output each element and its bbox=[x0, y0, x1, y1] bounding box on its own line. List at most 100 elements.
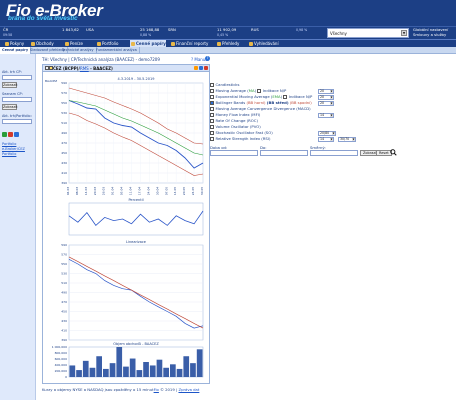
main-xtick-label: 14.03 bbox=[84, 187, 88, 196]
sub-nav: Cenné papíry Sledované přehledy Technick… bbox=[0, 47, 456, 54]
sidebar-link-portfolio[interactable]: Portfolio bbox=[2, 142, 16, 146]
global-links: Globální nastavení Smlouvy a služby bbox=[413, 27, 448, 38]
ticker-usa[interactable]: USA bbox=[86, 27, 94, 33]
bollinger-label: Bollinger Bands bbox=[215, 100, 246, 105]
macd-checkbox[interactable] bbox=[210, 107, 214, 111]
market-show-button[interactable]: Zobrazit bbox=[2, 82, 18, 88]
account-select-value: Všechny bbox=[330, 31, 347, 36]
sidebar-link-portfolio-2[interactable]: Portfolio bbox=[2, 152, 16, 156]
main-xtick-label: 04.03 bbox=[66, 187, 70, 196]
info-icon[interactable] bbox=[14, 132, 19, 137]
volume-chart-frame bbox=[68, 346, 204, 378]
main-ytick-label: 390 bbox=[61, 181, 67, 185]
volume-bar bbox=[123, 366, 129, 377]
fio-logo[interactable]: Fio e-Broker brána do světa investic bbox=[6, 1, 126, 25]
ema-label-green: EMA bbox=[272, 94, 281, 99]
ema-indikace-checkbox[interactable] bbox=[283, 95, 287, 99]
ticker-rus-change: 0,98 % bbox=[296, 28, 308, 32]
contracts-link[interactable]: Smlouvy a služby bbox=[413, 32, 448, 38]
reports-icon bbox=[171, 42, 175, 46]
list-input[interactable] bbox=[2, 97, 32, 102]
chevron-down-icon[interactable]: ▼ bbox=[401, 30, 407, 36]
ma-checkbox[interactable] bbox=[210, 89, 214, 93]
rsi-checkbox[interactable] bbox=[210, 137, 214, 141]
remove-icon[interactable] bbox=[8, 132, 13, 137]
volume-bar bbox=[89, 367, 96, 377]
main-xtick-label: 20.03 bbox=[93, 187, 97, 196]
rsi-label: Relative Strength Index (RSI) bbox=[215, 136, 271, 141]
date-to-input[interactable] bbox=[260, 150, 308, 156]
volume-bar bbox=[96, 356, 102, 377]
ticker-cr[interactable]: ČR 09:58 bbox=[3, 27, 12, 37]
rsi-period-select[interactable]: 14 ▼ bbox=[318, 137, 334, 142]
zoom-icon[interactable] bbox=[390, 149, 397, 156]
roc-checkbox[interactable] bbox=[210, 119, 214, 123]
linear-ytick-label: 590 bbox=[61, 243, 67, 247]
opt-rsi[interactable]: Relative Strength Index (RSI) bbox=[210, 136, 270, 142]
subtab-technicke-analyzy[interactable]: Technické analýzy bbox=[60, 47, 97, 54]
left-sidebar: Akt. trh CP: Zobrazit Seznam CP: Zobrazi… bbox=[0, 54, 36, 400]
main-xtick-label: 07.05 bbox=[164, 187, 168, 196]
linear-ytick-label: 550 bbox=[61, 262, 67, 266]
ticker-usa-values: 25 168,88 0,88 % bbox=[140, 27, 159, 37]
mfi-checkbox[interactable] bbox=[210, 113, 214, 117]
account-select[interactable]: Všechny ▼ bbox=[327, 28, 409, 38]
main-ytick-label: 530 bbox=[61, 111, 67, 115]
market-input[interactable] bbox=[2, 75, 32, 80]
main-xtick-label: 20.05 bbox=[182, 187, 186, 196]
main-xtick-label: 01.04 bbox=[111, 187, 115, 196]
sidebar-link-ebroker[interactable]: e-Broker/ČEZ bbox=[2, 147, 25, 151]
bollinger-period-select[interactable]: 20 ▼ bbox=[318, 101, 334, 106]
rsi-range-value: 30/70 bbox=[340, 137, 350, 141]
date-from-input[interactable] bbox=[210, 150, 258, 156]
main-ytick-label: 450 bbox=[61, 151, 67, 155]
main-xtick-label: 14.05 bbox=[173, 187, 177, 196]
indicator-options: Candlesticks Moving Average (MA) Indikac… bbox=[210, 82, 450, 202]
candlesticks-checkbox[interactable] bbox=[210, 83, 214, 87]
ma-indikace-label: Indikace N/P bbox=[262, 88, 287, 93]
subtab-fundamentalni-analyza[interactable]: Fundamentální analýza bbox=[94, 47, 140, 54]
footer-note: Kurzy a objemy NYSE a NASDAQ jsou zpoždě… bbox=[42, 387, 210, 392]
subtab-cenne-papiry[interactable]: Cenné papíry bbox=[0, 47, 32, 54]
main-ytick-label: 470 bbox=[61, 141, 67, 145]
main-ytick-label: 510 bbox=[61, 121, 67, 125]
portfolio-input[interactable] bbox=[2, 119, 32, 124]
mfi-period-select[interactable]: 14 ▼ bbox=[318, 113, 334, 118]
sidebar-label-portfolio: Akt. trh/Portfolio: bbox=[2, 114, 32, 118]
footer-year: © 2019 | bbox=[158, 387, 179, 392]
ma-period-select[interactable]: 20 ▼ bbox=[318, 89, 334, 94]
nav-pokyny-label: Pokyny bbox=[10, 41, 25, 46]
ticker-srn-name: SRN bbox=[168, 27, 176, 32]
rsi-range-select[interactable]: 30/70 ▼ bbox=[338, 137, 356, 142]
volume-ytick-label: 400,000 bbox=[55, 363, 67, 367]
ema-period-select[interactable]: 20 ▼ bbox=[318, 95, 334, 100]
volume-bar bbox=[183, 356, 190, 377]
roc-label: Rate Of Change (ROC) bbox=[215, 118, 258, 123]
market-ticker-bar: ČR 09:58 1 843,62 USA 25 168,88 0,88 % S… bbox=[0, 26, 456, 39]
linear-ytick-label: 510 bbox=[61, 281, 67, 285]
volume-bar bbox=[82, 360, 89, 377]
footer-link-data[interactable]: Zpráva dat bbox=[178, 387, 199, 392]
so-checkbox[interactable] bbox=[210, 131, 214, 135]
help-icon[interactable]: ? bbox=[205, 56, 210, 61]
mfi-period-value: 14 bbox=[320, 113, 325, 117]
ema-label-prefix: Exponential Moving Average ( bbox=[215, 94, 273, 99]
ticker-rus[interactable]: RUS bbox=[251, 27, 259, 33]
overview-icon bbox=[217, 42, 221, 46]
direction-input[interactable] bbox=[310, 150, 358, 156]
ma-indikace-checkbox[interactable] bbox=[257, 89, 261, 93]
securities-icon bbox=[131, 42, 135, 46]
volume-bar bbox=[156, 359, 163, 377]
add-icon[interactable] bbox=[2, 132, 7, 137]
volume-bar bbox=[136, 370, 143, 377]
volume-bar bbox=[176, 368, 183, 377]
list-show-button[interactable]: Zobrazit bbox=[2, 104, 18, 110]
charts-svg: 4.3.2019 - 30.5.2019 BAACEZ 390 410 430 450 47… bbox=[45, 77, 204, 379]
ema-checkbox[interactable] bbox=[210, 95, 214, 99]
bollinger-checkbox[interactable] bbox=[210, 101, 214, 105]
app-header: Fio e-Broker brána do světa investic bbox=[0, 0, 456, 26]
pvo-checkbox[interactable] bbox=[210, 125, 214, 129]
ticker-srn[interactable]: SRN bbox=[168, 27, 176, 33]
so-select[interactable]: 20/80 ▼ bbox=[318, 131, 336, 136]
ma-label-suffix: ) bbox=[254, 88, 257, 93]
